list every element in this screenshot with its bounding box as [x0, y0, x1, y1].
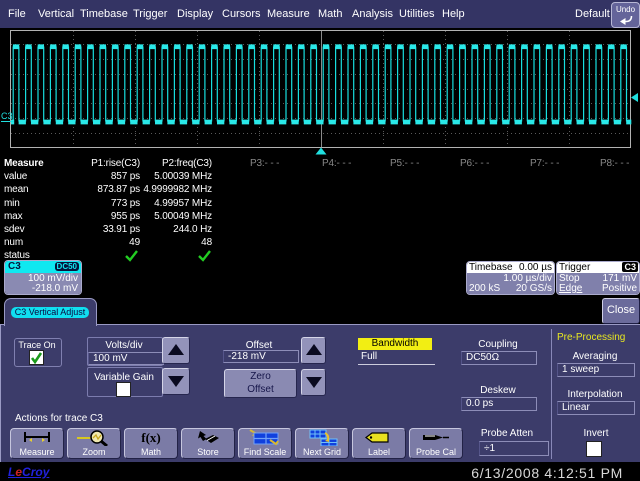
svg-text:C3: C3: [1, 111, 13, 121]
